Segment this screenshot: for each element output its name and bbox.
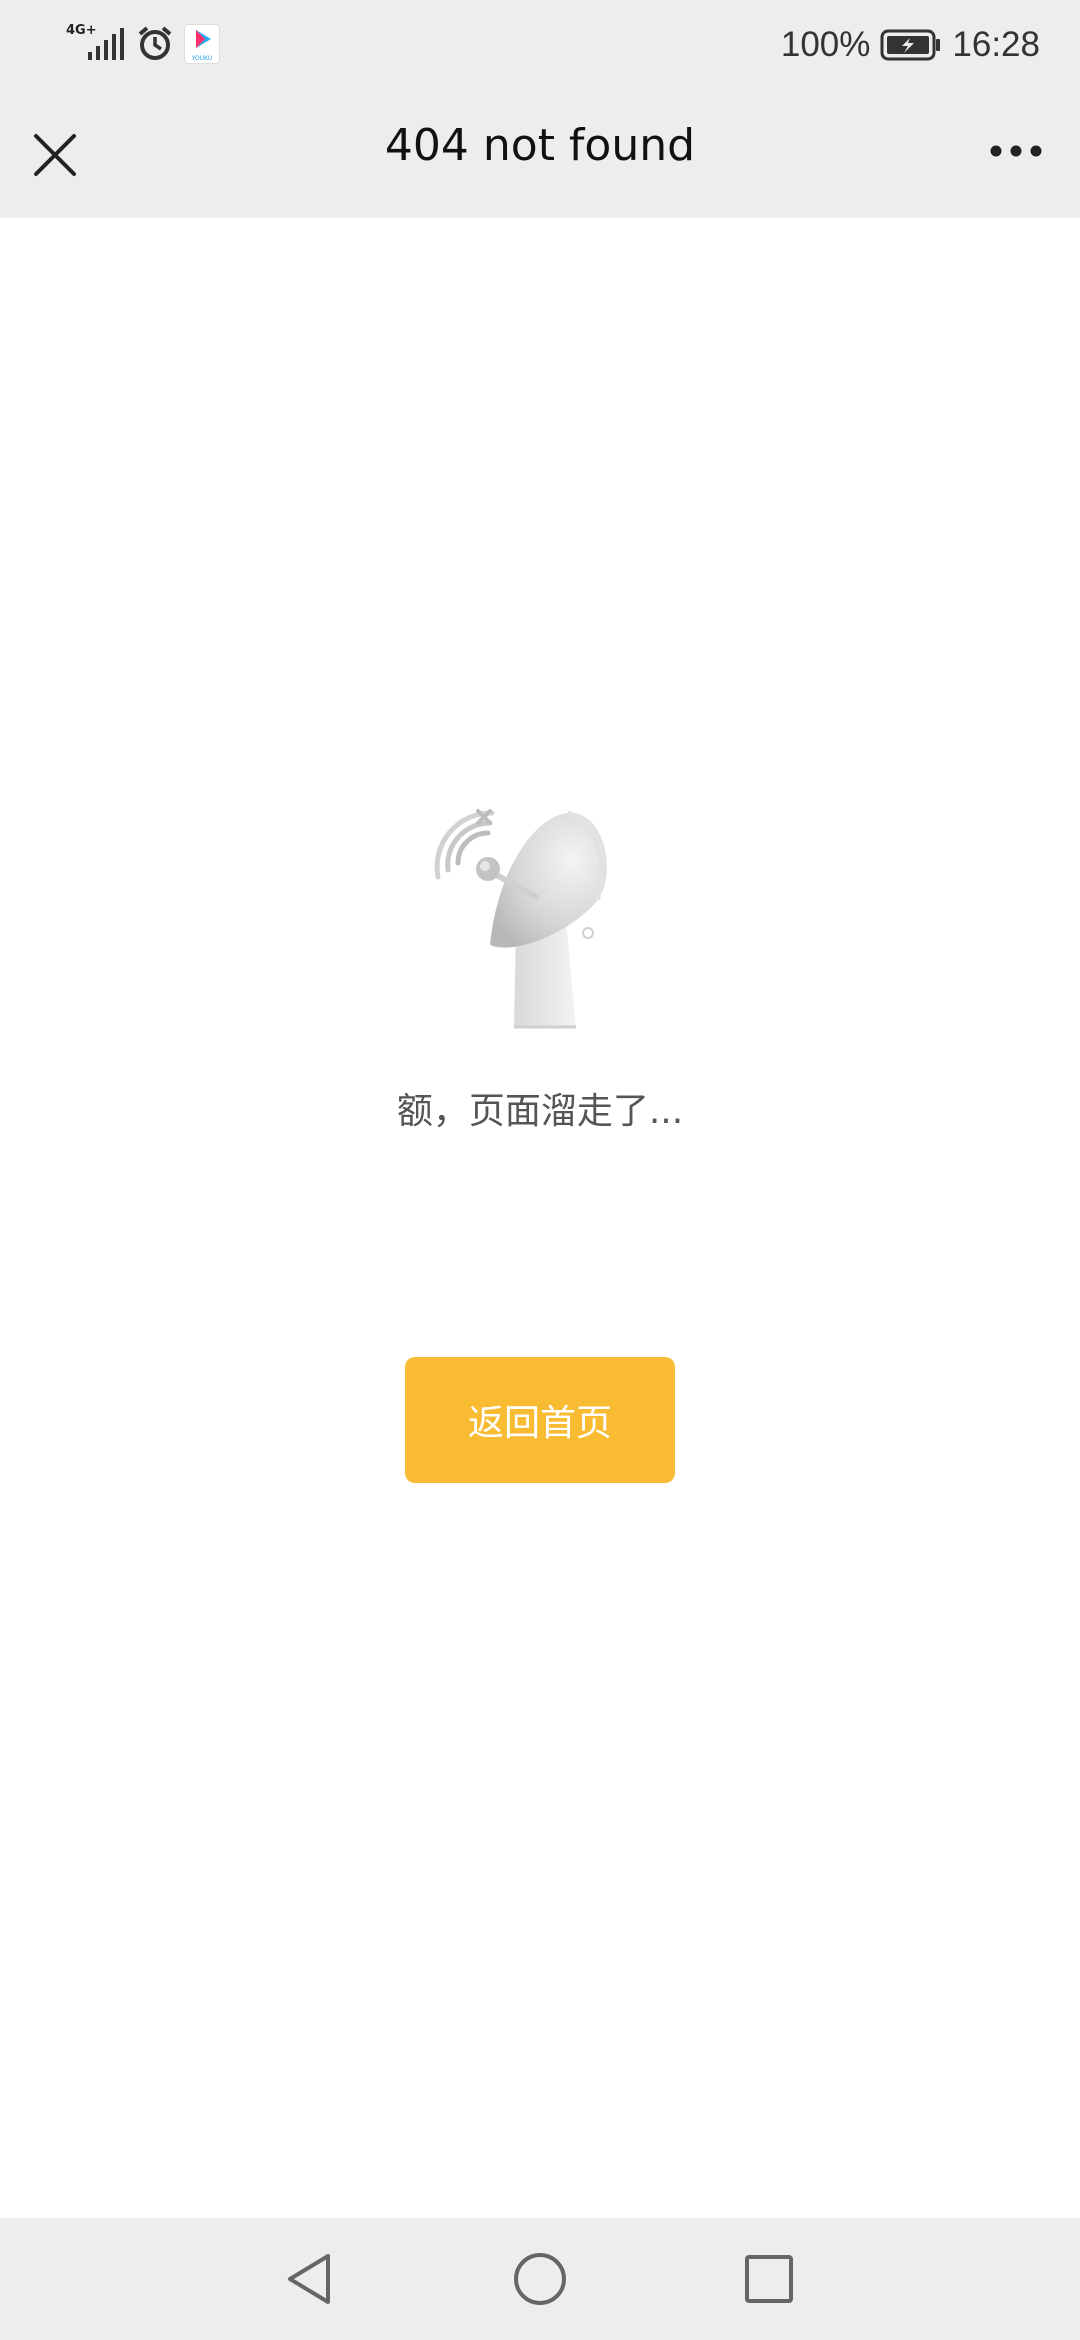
signal-icon: 4G+ (66, 24, 126, 64)
battery-percent: 100% (780, 25, 871, 64)
satellite-dish-icon (434, 809, 607, 1029)
battery-charging-icon (880, 29, 941, 61)
status-bar: 4G+ YOUKU 100% 16:28 (0, 0, 1080, 90)
status-right: 100% 16:28 (781, 18, 1040, 72)
page-title: 404 not found (384, 120, 696, 171)
clock: 16:28 (952, 25, 1040, 64)
navigation-bar: 404 not found (0, 90, 1080, 218)
back-icon[interactable] (278, 2248, 340, 2310)
more-icon[interactable] (988, 140, 1044, 162)
error-message: 额，页面溜走了... (396, 1091, 684, 1132)
alarm-icon (138, 26, 172, 60)
return-home-button[interactable]: 返回首页 (405, 1357, 675, 1483)
status-left: 4G+ YOUKU (66, 24, 220, 64)
system-navigation-bar (0, 2218, 1080, 2340)
recents-icon[interactable] (738, 2248, 800, 2310)
home-icon[interactable] (509, 2248, 571, 2310)
youku-app-label: YOUKU (191, 55, 213, 62)
youku-app-icon: YOUKU (184, 24, 220, 64)
